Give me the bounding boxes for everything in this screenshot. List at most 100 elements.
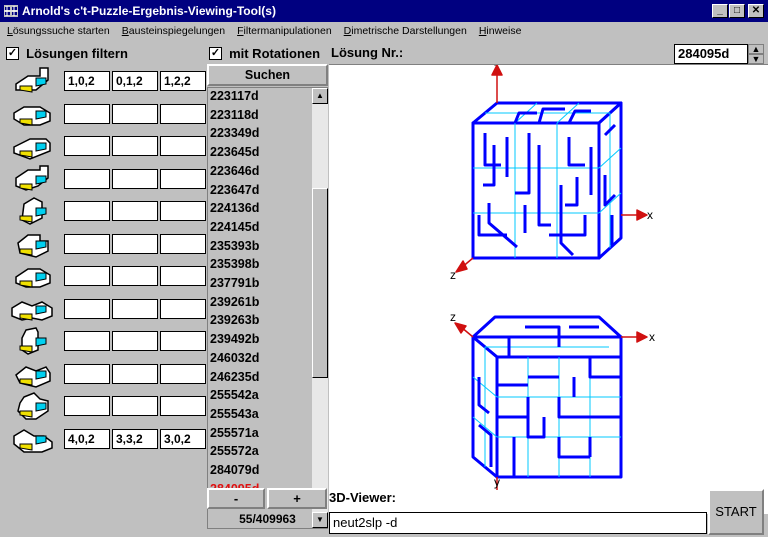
menu-hinweise[interactable]: Hinweise xyxy=(472,22,527,37)
filter-coordinate-field[interactable] xyxy=(112,168,158,189)
solution-list-item[interactable]: 223118d xyxy=(209,108,309,126)
filter-coordinate-field[interactable] xyxy=(160,266,206,286)
piece-10-icon[interactable] xyxy=(10,357,54,389)
filter-coordinate-field[interactable] xyxy=(160,331,206,351)
solution-list-item[interactable]: 246032d xyxy=(209,351,309,369)
filter-coordinate-field[interactable]: 0,1,2 xyxy=(112,71,158,91)
piece-7-icon[interactable] xyxy=(10,259,54,291)
solution-list-item[interactable]: 284079d xyxy=(209,463,309,481)
filter-coordinate-field[interactable] xyxy=(160,103,206,124)
start-button[interactable]: START xyxy=(708,489,764,535)
filter-coordinate-field[interactable] xyxy=(64,331,110,351)
solution-list-item[interactable]: 255571a xyxy=(209,426,309,444)
solution-list-item[interactable]: 239263b xyxy=(209,313,309,331)
piece-3-icon[interactable] xyxy=(10,129,54,161)
filter-coordinate-field[interactable] xyxy=(64,136,110,156)
filter-coordinate-field[interactable] xyxy=(112,396,158,416)
scroll-up-icon[interactable]: ▲ xyxy=(312,88,328,104)
filter-coordinate-field[interactable] xyxy=(160,233,206,254)
prev-solution-button[interactable]: - xyxy=(207,488,265,509)
solution-list-item[interactable]: 235393b xyxy=(209,239,309,257)
search-button[interactable]: Suchen xyxy=(207,64,328,86)
filter-coordinate-field[interactable]: 3,0,2 xyxy=(160,428,206,449)
filter-coordinate-field[interactable] xyxy=(112,201,158,221)
next-solution-button[interactable]: + xyxy=(267,488,327,509)
list-scrollbar[interactable]: ▲ ▼ xyxy=(312,88,328,528)
solution-list-item[interactable]: 255542a xyxy=(209,388,309,406)
filter-coordinate-field[interactable] xyxy=(112,103,158,124)
solution-list-item[interactable]: 223117d xyxy=(209,89,309,107)
filter-coordinate-field[interactable] xyxy=(64,363,110,384)
filter-coordinate-field[interactable] xyxy=(64,266,110,286)
spin-up-icon[interactable]: ▲ xyxy=(748,44,764,54)
solution-list-item[interactable]: 223645d xyxy=(209,145,309,163)
spin-down-icon[interactable]: ▼ xyxy=(748,54,764,64)
filter-coordinate-field[interactable]: 3,3,2 xyxy=(112,428,158,449)
piece-12-icon[interactable] xyxy=(10,422,54,454)
solution-list-item[interactable]: 223647d xyxy=(209,183,309,201)
close-button[interactable]: ✕ xyxy=(748,4,764,18)
filter-checkbox[interactable]: ✓ xyxy=(6,47,19,60)
filter-coordinate-field[interactable] xyxy=(112,136,158,156)
filter-label: Lösungen filtern xyxy=(26,46,128,61)
piece-9-icon[interactable] xyxy=(10,324,54,356)
filter-coordinate-field[interactable] xyxy=(64,233,110,254)
solution-list-item[interactable]: 224145d xyxy=(209,220,309,238)
menu-filtermanipulationen[interactable]: Filtermanipulationen xyxy=(230,22,337,37)
solution-list-item[interactable]: 224136d xyxy=(209,201,309,219)
piece-11-icon[interactable] xyxy=(10,389,54,421)
rotation-checkbox[interactable]: ✓ xyxy=(209,47,222,60)
filter-row xyxy=(2,194,208,226)
solution-listbox[interactable]: 223117d 223118d 223349d 223645d 223646d 22364… xyxy=(207,87,328,529)
filter-coordinate-field[interactable] xyxy=(64,396,110,416)
piece-1-icon[interactable] xyxy=(10,64,54,96)
piece-6-icon[interactable] xyxy=(10,227,54,259)
solution-list-item[interactable]: 239261b xyxy=(209,295,309,313)
filter-coordinate-field[interactable] xyxy=(160,136,206,156)
filter-coordinate-field[interactable]: 1,2,2 xyxy=(160,71,206,91)
solution-list-item[interactable]: 223349d xyxy=(209,126,309,144)
viewer-label: 3D-Viewer: xyxy=(329,490,396,505)
filter-coordinate-field[interactable] xyxy=(160,168,206,189)
filter-coordinate-field[interactable] xyxy=(160,396,206,416)
solution-list-item[interactable]: 237791b xyxy=(209,276,309,294)
filter-row xyxy=(2,129,208,161)
maximize-button[interactable]: □ xyxy=(729,4,745,18)
solution-number-field[interactable]: 284095d xyxy=(674,44,748,64)
top-axis-z: z xyxy=(450,268,456,282)
filter-coordinate-field[interactable]: 4,0,2 xyxy=(64,428,110,449)
filter-coordinate-field[interactable] xyxy=(160,298,206,319)
filter-coordinate-field[interactable] xyxy=(64,168,110,189)
piece-5-icon[interactable] xyxy=(10,194,54,226)
filter-coordinate-field[interactable] xyxy=(112,266,158,286)
top-axis-x: x xyxy=(647,208,653,222)
filter-coordinate-field[interactable] xyxy=(64,298,110,319)
solution-list-item[interactable]: 255543a xyxy=(209,407,309,425)
top-cube: y x z xyxy=(450,52,653,282)
scroll-thumb[interactable] xyxy=(312,188,328,378)
filter-coordinate-field[interactable] xyxy=(112,331,158,351)
solution-list-item[interactable]: 239492b xyxy=(209,332,309,350)
filter-coordinate-field[interactable] xyxy=(64,103,110,124)
menu-bar: Lösungssuche starten Bausteinspiegelungen… xyxy=(0,22,768,41)
filter-coordinate-field[interactable] xyxy=(112,298,158,319)
piece-2-icon[interactable] xyxy=(10,97,54,129)
solution-list-item[interactable]: 235398b xyxy=(209,257,309,275)
menu-bausteinspiegelungen[interactable]: Bausteinspiegelungen xyxy=(115,22,230,37)
menu-loesungssuche[interactable]: Lösungssuche starten xyxy=(0,22,115,37)
minimize-button[interactable]: _ xyxy=(712,4,728,18)
filter-coordinate-field[interactable]: 1,0,2 xyxy=(64,71,110,91)
filter-coordinate-field[interactable] xyxy=(160,201,206,221)
filter-coordinate-field[interactable] xyxy=(112,233,158,254)
solution-list-item[interactable]: 246235d xyxy=(209,370,309,388)
piece-4-icon[interactable] xyxy=(10,162,54,194)
solution-list-item[interactable]: 223646d xyxy=(209,164,309,182)
filter-coordinate-field[interactable] xyxy=(160,363,206,384)
filter-coordinate-field[interactable] xyxy=(112,363,158,384)
viewer-command-input[interactable]: neut2slp -d xyxy=(329,512,707,534)
piece-8-icon[interactable] xyxy=(10,292,54,324)
filter-coordinate-field[interactable] xyxy=(64,201,110,221)
filter-row xyxy=(2,324,208,356)
menu-dimetrische-darstellungen[interactable]: Dimetrische Darstellungen xyxy=(337,22,472,37)
solution-list-item[interactable]: 255572a xyxy=(209,444,309,462)
